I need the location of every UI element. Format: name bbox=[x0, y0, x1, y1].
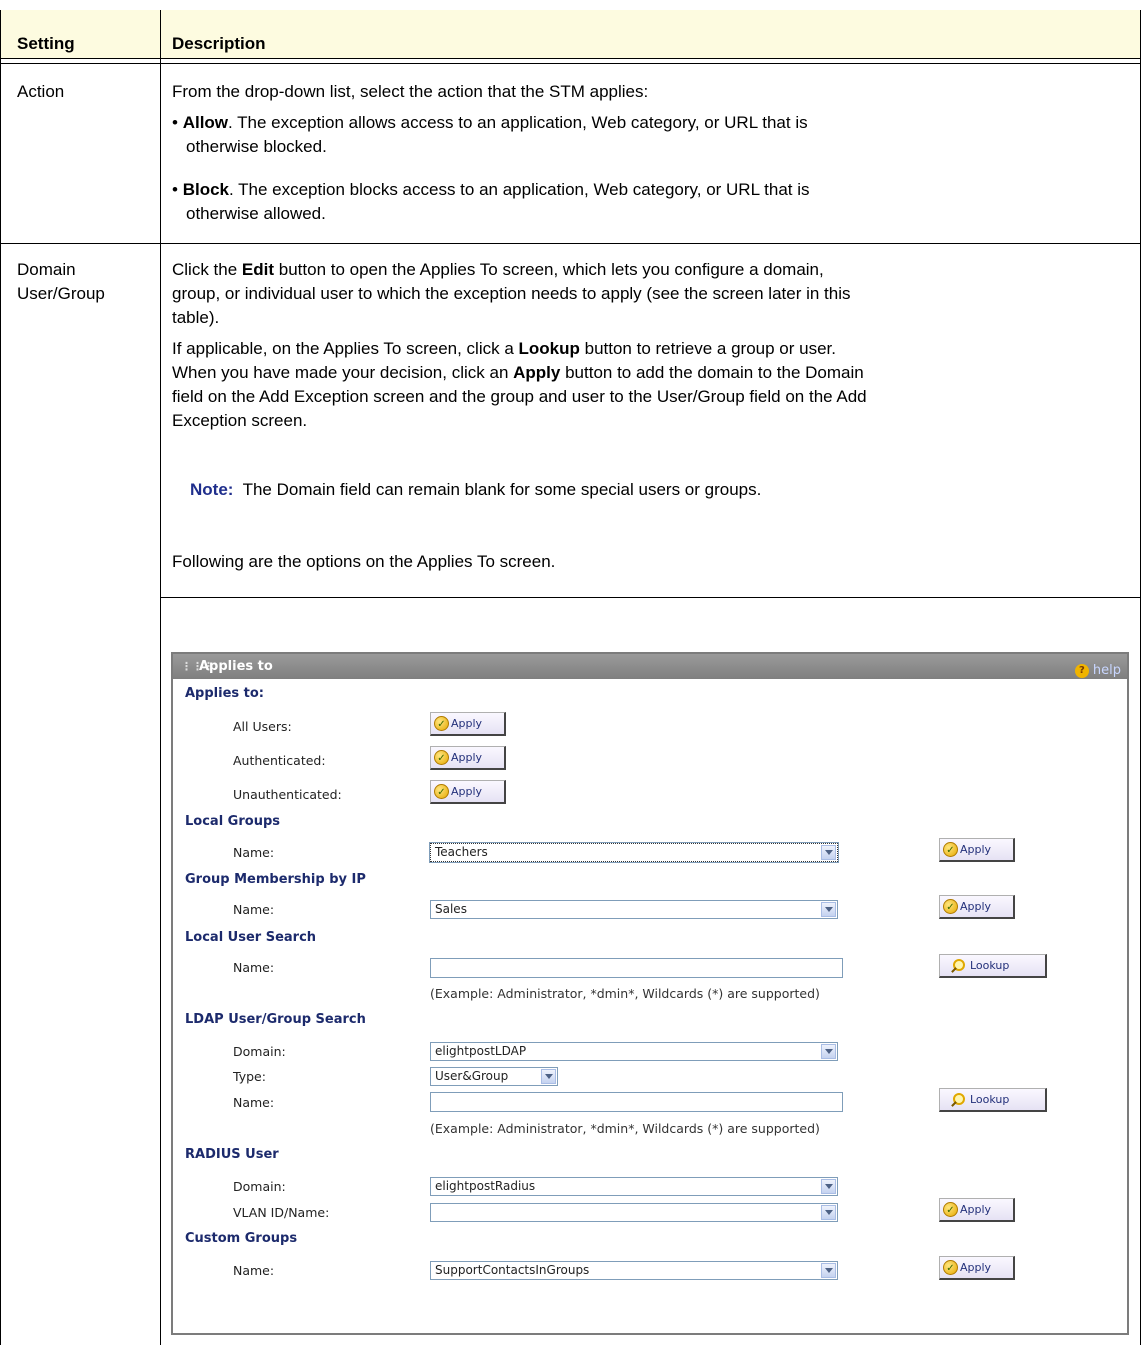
term-block: Block bbox=[182, 180, 229, 199]
following-paragraph: Following are the options on the Applies… bbox=[172, 552, 556, 571]
lookup-ldap-button[interactable]: Lookup bbox=[939, 1088, 1047, 1112]
section-local-user-search: Local User Search bbox=[185, 930, 317, 945]
action-intro: From the drop-down list, select the acti… bbox=[172, 82, 649, 101]
label-radius-domain: Domain: bbox=[233, 1179, 286, 1194]
chevron-down-icon bbox=[821, 1205, 836, 1220]
note-label: Note: bbox=[190, 480, 234, 499]
label-all-users: All Users: bbox=[233, 719, 292, 734]
check-icon: ✓ bbox=[943, 1260, 958, 1275]
apply-authenticated-button[interactable]: ✓ Apply bbox=[430, 746, 506, 770]
header-rule-1 bbox=[0, 58, 1141, 59]
header-setting: Setting bbox=[17, 34, 75, 53]
help-link[interactable]: ? help bbox=[1074, 658, 1121, 683]
column-divider bbox=[160, 10, 161, 1345]
check-icon: ✓ bbox=[434, 750, 449, 765]
header-description: Description bbox=[172, 34, 266, 53]
lookup-local-user-button[interactable]: Lookup bbox=[939, 954, 1047, 978]
lookup-paragraph-line4: Exception screen. bbox=[172, 411, 308, 430]
bullet-allow: • Allow. The exception allows access to … bbox=[172, 113, 808, 156]
section-group-membership-ip: Group Membership by IP bbox=[185, 872, 366, 887]
apply-radius-button[interactable]: ✓ Apply bbox=[939, 1198, 1015, 1222]
label-ldap-type: Type: bbox=[233, 1069, 266, 1084]
edit-paragraph-line1: Click the Edit button to open the Applie… bbox=[172, 260, 824, 279]
label-radius-vlan: VLAN ID/Name: bbox=[233, 1205, 330, 1220]
edit-paragraph-line3: table). bbox=[172, 308, 220, 327]
note: Note: The Domain field can remain blank … bbox=[190, 480, 762, 499]
apply-group-ip-button[interactable]: ✓ Apply bbox=[939, 895, 1015, 919]
label-group-ip-name: Name: bbox=[233, 902, 275, 917]
table-left-border bbox=[0, 10, 1, 243]
row-divider bbox=[0, 243, 1141, 244]
document-page: Setting Description Action From the drop… bbox=[0, 0, 1141, 1345]
section-radius-user: RADIUS User bbox=[185, 1147, 279, 1162]
help-icon: ? bbox=[1074, 663, 1089, 678]
header-rule-2 bbox=[0, 63, 1141, 64]
label-custom-groups-name: Name: bbox=[233, 1263, 275, 1278]
group-ip-select[interactable]: Sales bbox=[430, 900, 838, 919]
apply-unauthenticated-button[interactable]: ✓ Apply bbox=[430, 780, 506, 804]
lookup-paragraph-line2: When you have made your decision, click … bbox=[172, 363, 864, 382]
setting-action: Action bbox=[17, 82, 65, 101]
panel-title-bar: ⋮⋮⋮ Applies to ? help bbox=[173, 654, 1127, 679]
setting-domain: Domain bbox=[17, 260, 76, 279]
magnifier-icon bbox=[948, 958, 965, 974]
lookup-paragraph-line1: If applicable, on the Applies To screen,… bbox=[172, 339, 836, 358]
apply-custom-groups-button[interactable]: ✓ Apply bbox=[939, 1256, 1015, 1280]
section-local-groups: Local Groups bbox=[185, 814, 280, 829]
example-hint-local: (Example: Administrator, *dmin*, Wildcar… bbox=[430, 986, 820, 1001]
section-custom-groups: Custom Groups bbox=[185, 1231, 298, 1246]
label-ldap-name: Name: bbox=[233, 1095, 275, 1110]
example-hint-ldap: (Example: Administrator, *dmin*, Wildcar… bbox=[430, 1121, 820, 1136]
local-user-name-input[interactable] bbox=[430, 958, 843, 978]
chevron-down-icon bbox=[821, 1179, 836, 1194]
chevron-down-icon bbox=[821, 845, 836, 860]
label-ldap-domain: Domain: bbox=[233, 1044, 286, 1059]
check-icon: ✓ bbox=[943, 842, 958, 857]
ldap-name-input[interactable] bbox=[430, 1092, 843, 1112]
label-local-groups-name: Name: bbox=[233, 845, 275, 860]
term-allow: Allow bbox=[182, 113, 229, 132]
custom-groups-select[interactable]: SupportContactsInGroups bbox=[430, 1261, 838, 1280]
applies-to-panel: ⋮⋮⋮ Applies to ? help Applies to: All Use… bbox=[171, 652, 1129, 1335]
magnifier-icon bbox=[948, 1092, 965, 1108]
chevron-down-icon bbox=[821, 902, 836, 917]
chevron-down-icon bbox=[541, 1069, 556, 1084]
section-applies-to: Applies to: bbox=[185, 686, 265, 701]
ldap-type-select[interactable]: User&Group bbox=[430, 1067, 558, 1086]
apply-local-groups-button[interactable]: ✓ Apply bbox=[939, 838, 1015, 862]
label-local-user-name: Name: bbox=[233, 960, 275, 975]
label-unauthenticated: Unauthenticated: bbox=[233, 787, 342, 802]
apply-all-users-button[interactable]: ✓ Apply bbox=[430, 712, 506, 736]
ldap-domain-select[interactable]: elightpostLDAP bbox=[430, 1042, 838, 1061]
chevron-down-icon bbox=[821, 1044, 836, 1059]
setting-user-group: User/Group bbox=[17, 284, 105, 303]
radius-domain-select[interactable]: elightpostRadius bbox=[430, 1177, 838, 1196]
lookup-paragraph-line3: field on the Add Exception screen and th… bbox=[172, 387, 867, 406]
edit-paragraph-line2: group, or individual user to which the e… bbox=[172, 284, 851, 303]
section-ldap-search: LDAP User/Group Search bbox=[185, 1012, 366, 1027]
radius-vlan-select[interactable] bbox=[430, 1203, 838, 1222]
chevron-down-icon bbox=[821, 1263, 836, 1278]
screenshot-cell-divider bbox=[160, 597, 1141, 598]
check-icon: ✓ bbox=[943, 899, 958, 914]
label-authenticated: Authenticated: bbox=[233, 753, 326, 768]
check-icon: ✓ bbox=[943, 1202, 958, 1217]
panel-title: Applies to bbox=[199, 659, 273, 674]
table-left-border-2 bbox=[0, 243, 1, 1345]
check-icon: ✓ bbox=[434, 784, 449, 799]
check-icon: ✓ bbox=[434, 716, 449, 731]
bullet-block: • Block. The exception blocks access to … bbox=[172, 180, 810, 223]
local-groups-select[interactable]: Teachers bbox=[429, 842, 839, 863]
